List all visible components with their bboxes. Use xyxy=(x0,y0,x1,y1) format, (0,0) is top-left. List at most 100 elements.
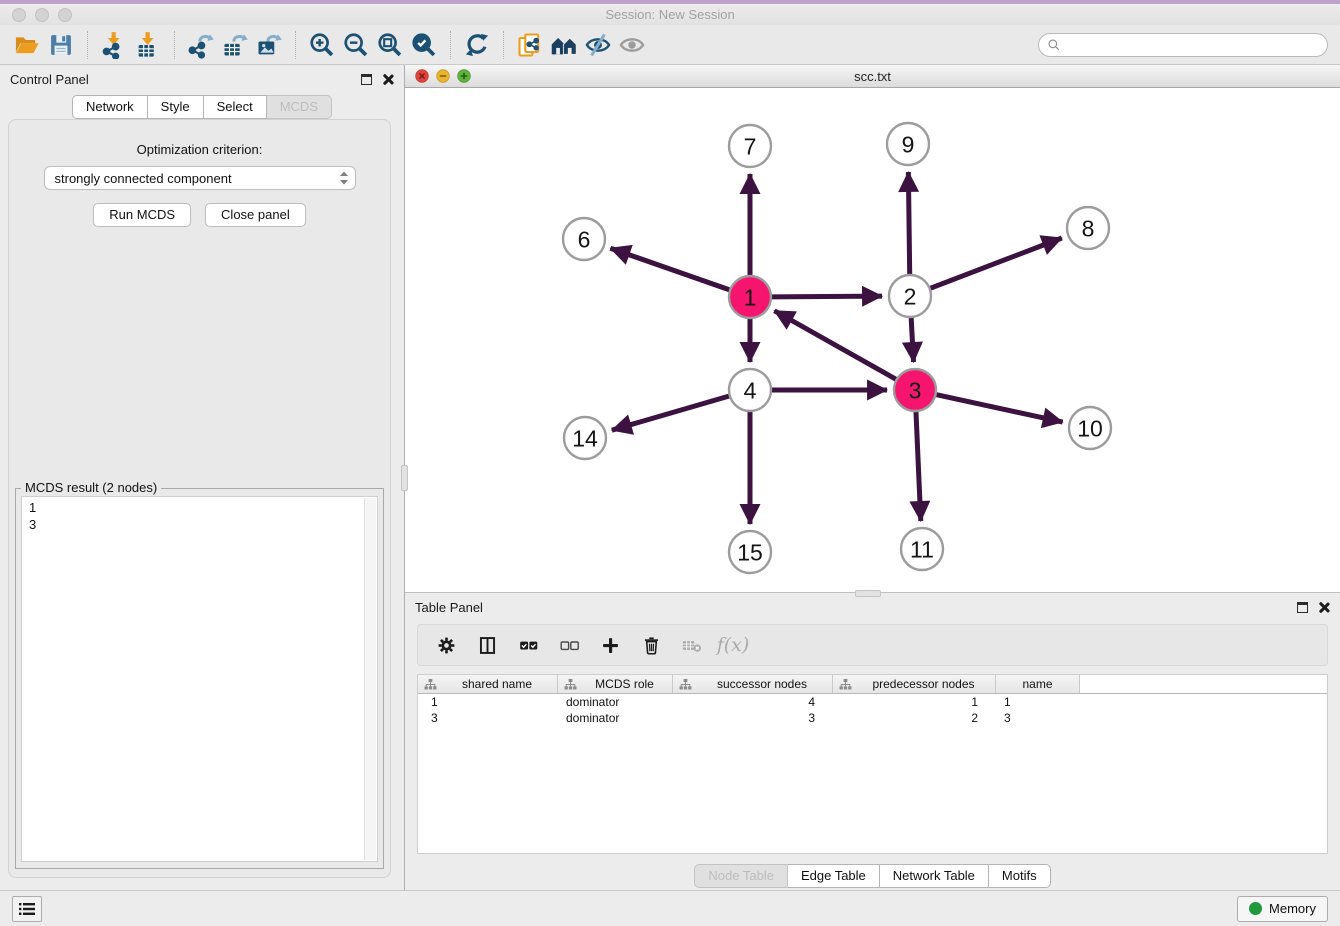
export-image-button[interactable] xyxy=(252,29,286,61)
cell-successor-nodes[interactable]: 3 xyxy=(673,710,833,726)
column-header-predecessor-nodes[interactable]: predecessor nodes xyxy=(833,675,996,693)
tab-network-table[interactable]: Network Table xyxy=(880,864,989,888)
tab-style[interactable]: Style xyxy=(148,95,204,119)
node-9[interactable]: 9 xyxy=(887,123,929,165)
node-2[interactable]: 2 xyxy=(889,275,931,317)
close-panel-button[interactable]: Close panel xyxy=(205,203,306,227)
zoom-fit-button[interactable] xyxy=(373,29,407,61)
vertical-splitter-handle[interactable] xyxy=(401,465,408,491)
network-minimize-icon[interactable] xyxy=(436,69,450,83)
table-close-panel-icon[interactable] xyxy=(1318,601,1330,613)
hide-graphics-details-icon xyxy=(618,31,646,59)
import-network-button[interactable] xyxy=(97,29,131,61)
deselect-all-columns-icon xyxy=(559,635,580,656)
edge-3-11[interactable] xyxy=(916,412,921,521)
edge-3-10[interactable] xyxy=(936,395,1062,422)
save-session-button[interactable] xyxy=(44,29,78,61)
add-column-button[interactable] xyxy=(598,633,622,657)
cell-MCDS-role[interactable]: dominator xyxy=(558,694,673,710)
delete-column-button[interactable] xyxy=(639,633,663,657)
open-file-button[interactable] xyxy=(10,29,44,61)
export-network-button[interactable] xyxy=(184,29,218,61)
cell-predecessor-nodes[interactable]: 1 xyxy=(833,694,996,710)
export-network-icon xyxy=(187,31,215,59)
zoom-out-button[interactable] xyxy=(339,29,373,61)
network-maximize-icon[interactable] xyxy=(457,69,471,83)
result-scrollbar[interactable] xyxy=(364,498,376,860)
criterion-dropdown[interactable]: strongly connected component xyxy=(44,166,356,190)
network-close-icon[interactable] xyxy=(415,69,429,83)
cell-shared-name[interactable]: 3 xyxy=(418,710,558,726)
column-layout-button[interactable] xyxy=(475,633,499,657)
column-header-name[interactable]: name xyxy=(996,675,1080,693)
search-input[interactable] xyxy=(1067,37,1319,54)
edge-4-14[interactable] xyxy=(612,396,729,430)
horizontal-splitter-handle[interactable] xyxy=(855,590,881,597)
zoom-in-button[interactable] xyxy=(305,29,339,61)
tab-network[interactable]: Network xyxy=(72,95,148,119)
tab-node-table[interactable]: Node Table xyxy=(694,864,788,888)
column-header-label: MCDS role xyxy=(583,677,666,691)
node-15[interactable]: 15 xyxy=(729,531,771,573)
mcds-result-text[interactable]: 13 xyxy=(21,496,378,862)
node-8[interactable]: 8 xyxy=(1067,207,1109,249)
column-header-shared-name[interactable]: shared name xyxy=(418,675,558,693)
show-graphics-details-button[interactable] xyxy=(581,29,615,61)
export-table-button[interactable] xyxy=(218,29,252,61)
memory-button[interactable]: Memory xyxy=(1237,896,1328,922)
import-table-button[interactable] xyxy=(131,29,165,61)
cell-predecessor-nodes[interactable]: 2 xyxy=(833,710,996,726)
tab-select[interactable]: Select xyxy=(204,95,267,119)
column-header-successor-nodes[interactable]: successor nodes xyxy=(673,675,833,693)
node-7[interactable]: 7 xyxy=(729,125,771,167)
tab-edge-table[interactable]: Edge Table xyxy=(788,864,880,888)
column-header-MCDS-role[interactable]: MCDS role xyxy=(558,675,673,693)
node-1[interactable]: 1 xyxy=(729,276,771,318)
edge-3-1[interactable] xyxy=(774,311,895,379)
node-10[interactable]: 10 xyxy=(1069,407,1111,449)
run-mcds-button[interactable]: Run MCDS xyxy=(93,203,191,227)
show-graphics-details-icon xyxy=(584,31,612,59)
float-panel-icon[interactable] xyxy=(361,74,372,85)
deselect-all-columns-button[interactable] xyxy=(557,633,581,657)
settings-gear-button[interactable] xyxy=(434,633,458,657)
edge-2-9[interactable] xyxy=(908,172,909,274)
search-box[interactable] xyxy=(1038,33,1328,57)
close-panel-icon[interactable] xyxy=(382,73,394,85)
node-11[interactable]: 11 xyxy=(901,528,943,570)
edge-2-8[interactable] xyxy=(931,238,1062,288)
zoom-fit-icon xyxy=(376,31,404,59)
svg-text:10: 10 xyxy=(1077,415,1103,441)
node-14[interactable]: 14 xyxy=(564,417,606,459)
network-canvas[interactable]: 7 9 6 8 1 2 4 3 14 10 15 11 xyxy=(405,88,1340,592)
task-history-button[interactable] xyxy=(12,896,42,922)
cell-name[interactable]: 1 xyxy=(996,694,1080,710)
optimization-criterion-label: Optimization criterion: xyxy=(9,142,390,157)
import-network-icon xyxy=(100,31,128,59)
select-all-columns-button[interactable] xyxy=(516,633,540,657)
zoom-selected-button[interactable] xyxy=(407,29,441,61)
edge-1-2[interactable] xyxy=(772,296,882,297)
table-row[interactable]: 3dominator323 xyxy=(418,710,1327,726)
cell-shared-name[interactable]: 1 xyxy=(418,694,558,710)
tab-motifs[interactable]: Motifs xyxy=(989,864,1051,888)
network-graph[interactable]: 7 9 6 8 1 2 4 3 14 10 15 11 xyxy=(405,88,1340,592)
node-4[interactable]: 4 xyxy=(729,369,771,411)
cell-successor-nodes[interactable]: 4 xyxy=(673,694,833,710)
tab-mcds[interactable]: MCDS xyxy=(267,95,332,119)
preferred-layout-button[interactable] xyxy=(547,29,581,61)
refresh-layout-button[interactable] xyxy=(460,29,494,61)
cell-MCDS-role[interactable]: dominator xyxy=(558,710,673,726)
edge-2-3[interactable] xyxy=(911,318,913,362)
table-row[interactable]: 1dominator411 xyxy=(418,694,1327,710)
edge-1-6[interactable] xyxy=(610,248,729,290)
task-list-icon xyxy=(18,901,36,917)
table-float-panel-icon[interactable] xyxy=(1297,602,1308,613)
network-window: scc.txt 7 9 6 8 1 2 4 3 14 10 15 11 xyxy=(405,65,1340,593)
cell-name[interactable]: 3 xyxy=(996,710,1080,726)
node-6[interactable]: 6 xyxy=(563,218,605,260)
node-3[interactable]: 3 xyxy=(894,369,936,411)
clone-network-button[interactable] xyxy=(513,29,547,61)
network-window-titlebar[interactable]: scc.txt xyxy=(405,65,1340,88)
window-title: Session: New Session xyxy=(0,7,1340,22)
